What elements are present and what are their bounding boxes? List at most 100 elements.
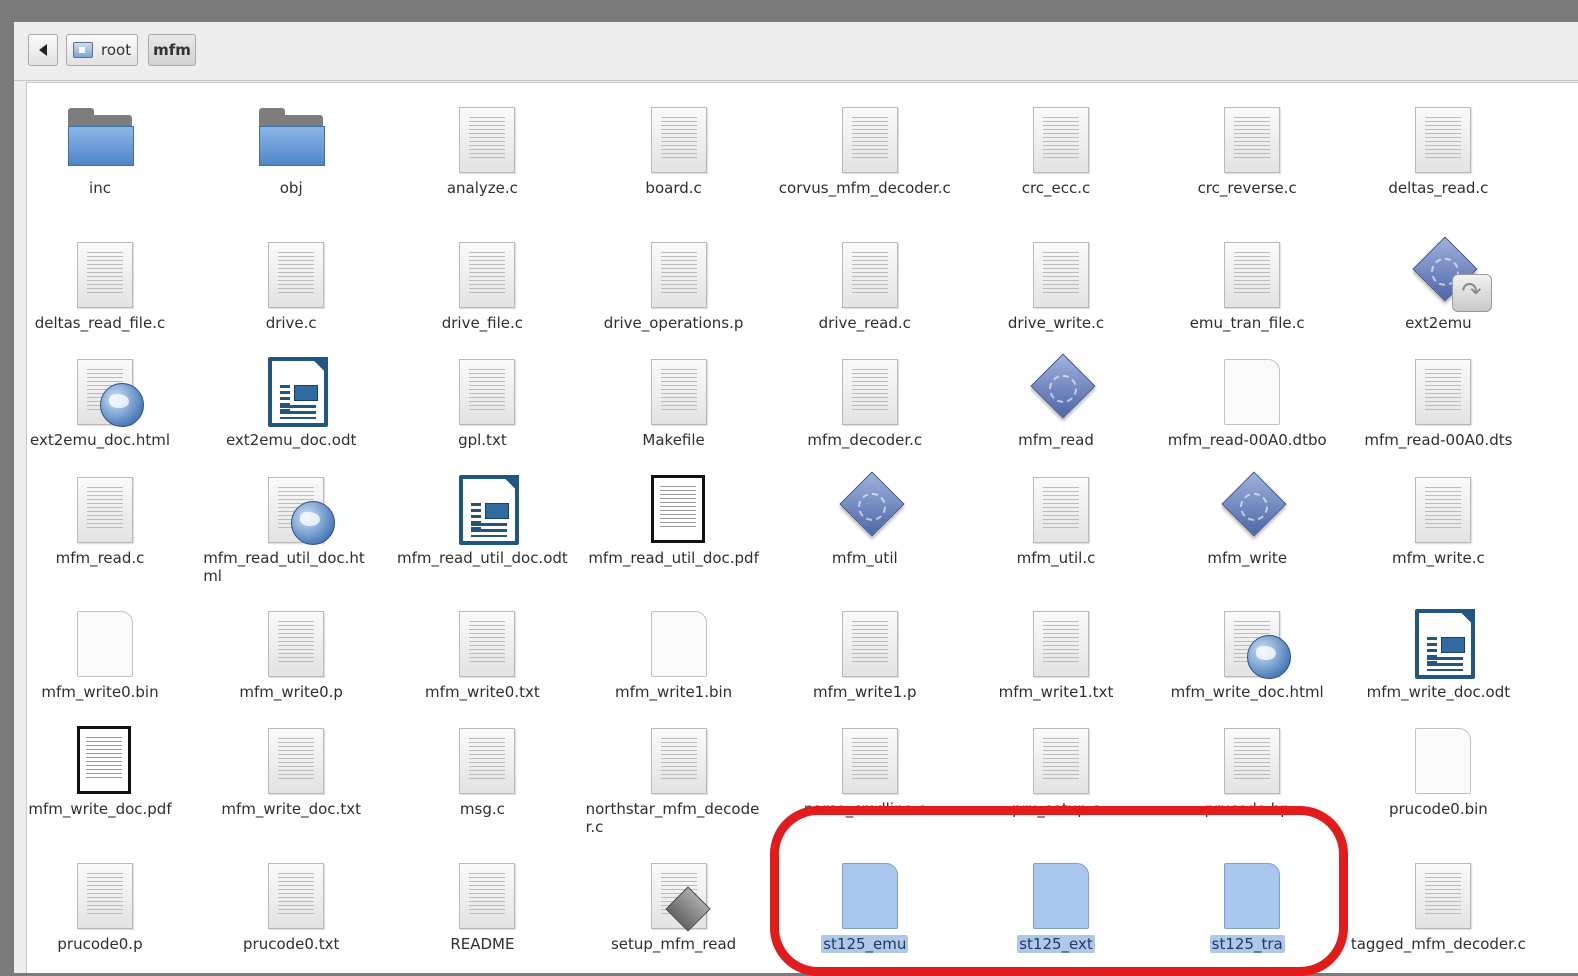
file-name-label: drive_write.c [1007, 314, 1105, 332]
file-name-label: crc_reverse.c [1197, 179, 1297, 197]
file-item[interactable]: README [387, 855, 577, 953]
file-item[interactable]: st125_emu [770, 855, 960, 953]
file-item[interactable]: mfm_read_util_doc.html [196, 469, 386, 585]
selected-file-icon [825, 855, 905, 931]
html-file-icon [1207, 603, 1292, 679]
file-item[interactable]: corvus_mfm_decoder.c [770, 99, 960, 197]
file-item[interactable]: ext2emu_doc.html [14, 351, 195, 449]
file-item[interactable]: board.c [579, 99, 769, 197]
file-name-label: mfm_util.c [1016, 549, 1096, 567]
back-button[interactable] [28, 34, 58, 66]
file-item[interactable]: mfm_write.c [1343, 469, 1533, 567]
text-file-icon [634, 234, 714, 310]
file-item[interactable]: mfm_read [961, 351, 1151, 449]
file-item[interactable]: mfm_write0.p [196, 603, 386, 701]
file-item[interactable]: mfm_write_doc.html [1152, 603, 1342, 701]
file-name-label: emu_tran_file.c [1189, 314, 1305, 332]
file-item[interactable]: obj [196, 99, 386, 197]
text-file-icon [1398, 855, 1478, 931]
text-file-icon [60, 855, 140, 931]
file-item[interactable]: pru_setup.c [961, 720, 1151, 818]
blank-file-icon [1398, 720, 1478, 796]
executable-icon [825, 469, 905, 545]
file-item[interactable]: drive.c [196, 234, 386, 332]
file-item[interactable]: gpl.txt [387, 351, 577, 449]
file-item[interactable]: st125_ext [961, 855, 1151, 953]
text-file-icon [1398, 351, 1478, 427]
folder-icon [251, 99, 331, 175]
file-name-label: analyze.c [446, 179, 518, 197]
file-item[interactable]: prucode0.p [14, 855, 195, 953]
breadcrumb-root[interactable]: root [66, 34, 138, 66]
file-item[interactable]: prucode0.bin [1343, 720, 1533, 818]
executable-link-icon [1398, 234, 1493, 312]
file-item[interactable]: mfm_util.c [961, 469, 1151, 567]
file-item[interactable]: setup_mfm_read [579, 855, 769, 953]
file-item[interactable]: mfm_write1.bin [579, 603, 769, 701]
file-name-label: mfm_read.c [55, 549, 145, 567]
file-item[interactable]: mfm_write_doc.pdf [14, 720, 195, 818]
file-item[interactable]: mfm_util [770, 469, 960, 567]
file-item[interactable]: analyze.c [387, 99, 577, 197]
text-file-icon [825, 603, 905, 679]
text-file-icon [1398, 469, 1478, 545]
file-name-label: msg.c [459, 800, 505, 818]
executable-icon [1207, 469, 1287, 545]
file-name-label: mfm_read_util_doc.odt [396, 549, 568, 567]
location-toolbar: root mfm [14, 22, 1578, 81]
file-item[interactable]: mfm_read-00A0.dts [1343, 351, 1533, 449]
file-name-label: mfm_read [1018, 431, 1094, 449]
text-file-icon [442, 351, 522, 427]
file-item[interactable]: mfm_read.c [14, 469, 195, 567]
file-item[interactable]: mfm_read-00A0.dtbo [1152, 351, 1342, 449]
file-item[interactable]: mfm_write1.txt [961, 603, 1151, 701]
breadcrumb-current[interactable]: mfm [148, 34, 196, 66]
file-item[interactable]: mfm_write1.p [770, 603, 960, 701]
file-item[interactable]: deltas_read_file.c [14, 234, 195, 332]
file-item[interactable]: crc_reverse.c [1152, 99, 1342, 197]
file-item[interactable]: prucode0.txt [196, 855, 386, 953]
file-name-label: mfm_read-00A0.dts [1364, 431, 1513, 449]
file-item[interactable]: drive_write.c [961, 234, 1151, 332]
file-icon-view[interactable]: inc obj analyze.c board.c corvus_mfm_decoder… [26, 82, 1578, 973]
file-item[interactable]: prucode.hp [1152, 720, 1342, 818]
text-file-icon [1398, 99, 1478, 175]
file-name-label: st125_tra [1209, 935, 1285, 953]
file-item[interactable]: mfm_decoder.c [770, 351, 960, 449]
file-item[interactable]: st125_tra [1152, 855, 1342, 953]
file-item[interactable]: ext2emu_doc.odt [196, 351, 386, 449]
file-item[interactable]: mfm_read_util_doc.pdf [579, 469, 769, 567]
file-item[interactable]: crc_ecc.c [961, 99, 1151, 197]
file-item[interactable]: emu_tran_file.c [1152, 234, 1342, 332]
file-item[interactable]: mfm_write0.txt [387, 603, 577, 701]
file-item[interactable]: drive_file.c [387, 234, 577, 332]
file-item[interactable]: msg.c [387, 720, 577, 818]
file-item[interactable]: ext2emu [1343, 234, 1533, 332]
file-item[interactable]: mfm_write0.bin [14, 603, 195, 701]
text-file-icon [1207, 99, 1287, 175]
file-item[interactable]: mfm_read_util_doc.odt [387, 469, 577, 567]
file-name-label: st125_ext [1017, 935, 1095, 953]
file-item[interactable]: deltas_read.c [1343, 99, 1533, 197]
home-folder-icon [73, 42, 93, 58]
text-file-icon [1207, 720, 1287, 796]
file-item[interactable]: parse_cmdline.c [770, 720, 960, 818]
file-item[interactable]: drive_operations.p [579, 234, 769, 332]
file-item[interactable]: Makefile [579, 351, 769, 449]
file-item[interactable]: mfm_write_doc.odt [1343, 603, 1533, 701]
file-item[interactable]: mfm_write [1152, 469, 1342, 567]
file-manager-window: root mfm inc obj analyze.c board.c corvus_mf… [14, 22, 1578, 973]
text-file-icon [251, 855, 331, 931]
file-item[interactable]: inc [14, 99, 195, 197]
file-item[interactable]: tagged_mfm_decoder.c [1343, 855, 1533, 953]
file-item[interactable]: drive_read.c [770, 234, 960, 332]
file-item[interactable]: northstar_mfm_decoder.c [579, 720, 769, 836]
file-name-label: ext2emu_doc.html [30, 431, 170, 449]
file-name-label: corvus_mfm_decoder.c [778, 179, 951, 197]
file-name-label: mfm_write0.txt [425, 683, 540, 701]
file-item[interactable]: mfm_write_doc.txt [196, 720, 386, 818]
file-name-label: crc_ecc.c [1021, 179, 1091, 197]
text-file-icon [825, 351, 905, 427]
file-name-label: README [450, 935, 515, 953]
file-name-label: st125_emu [821, 935, 909, 953]
